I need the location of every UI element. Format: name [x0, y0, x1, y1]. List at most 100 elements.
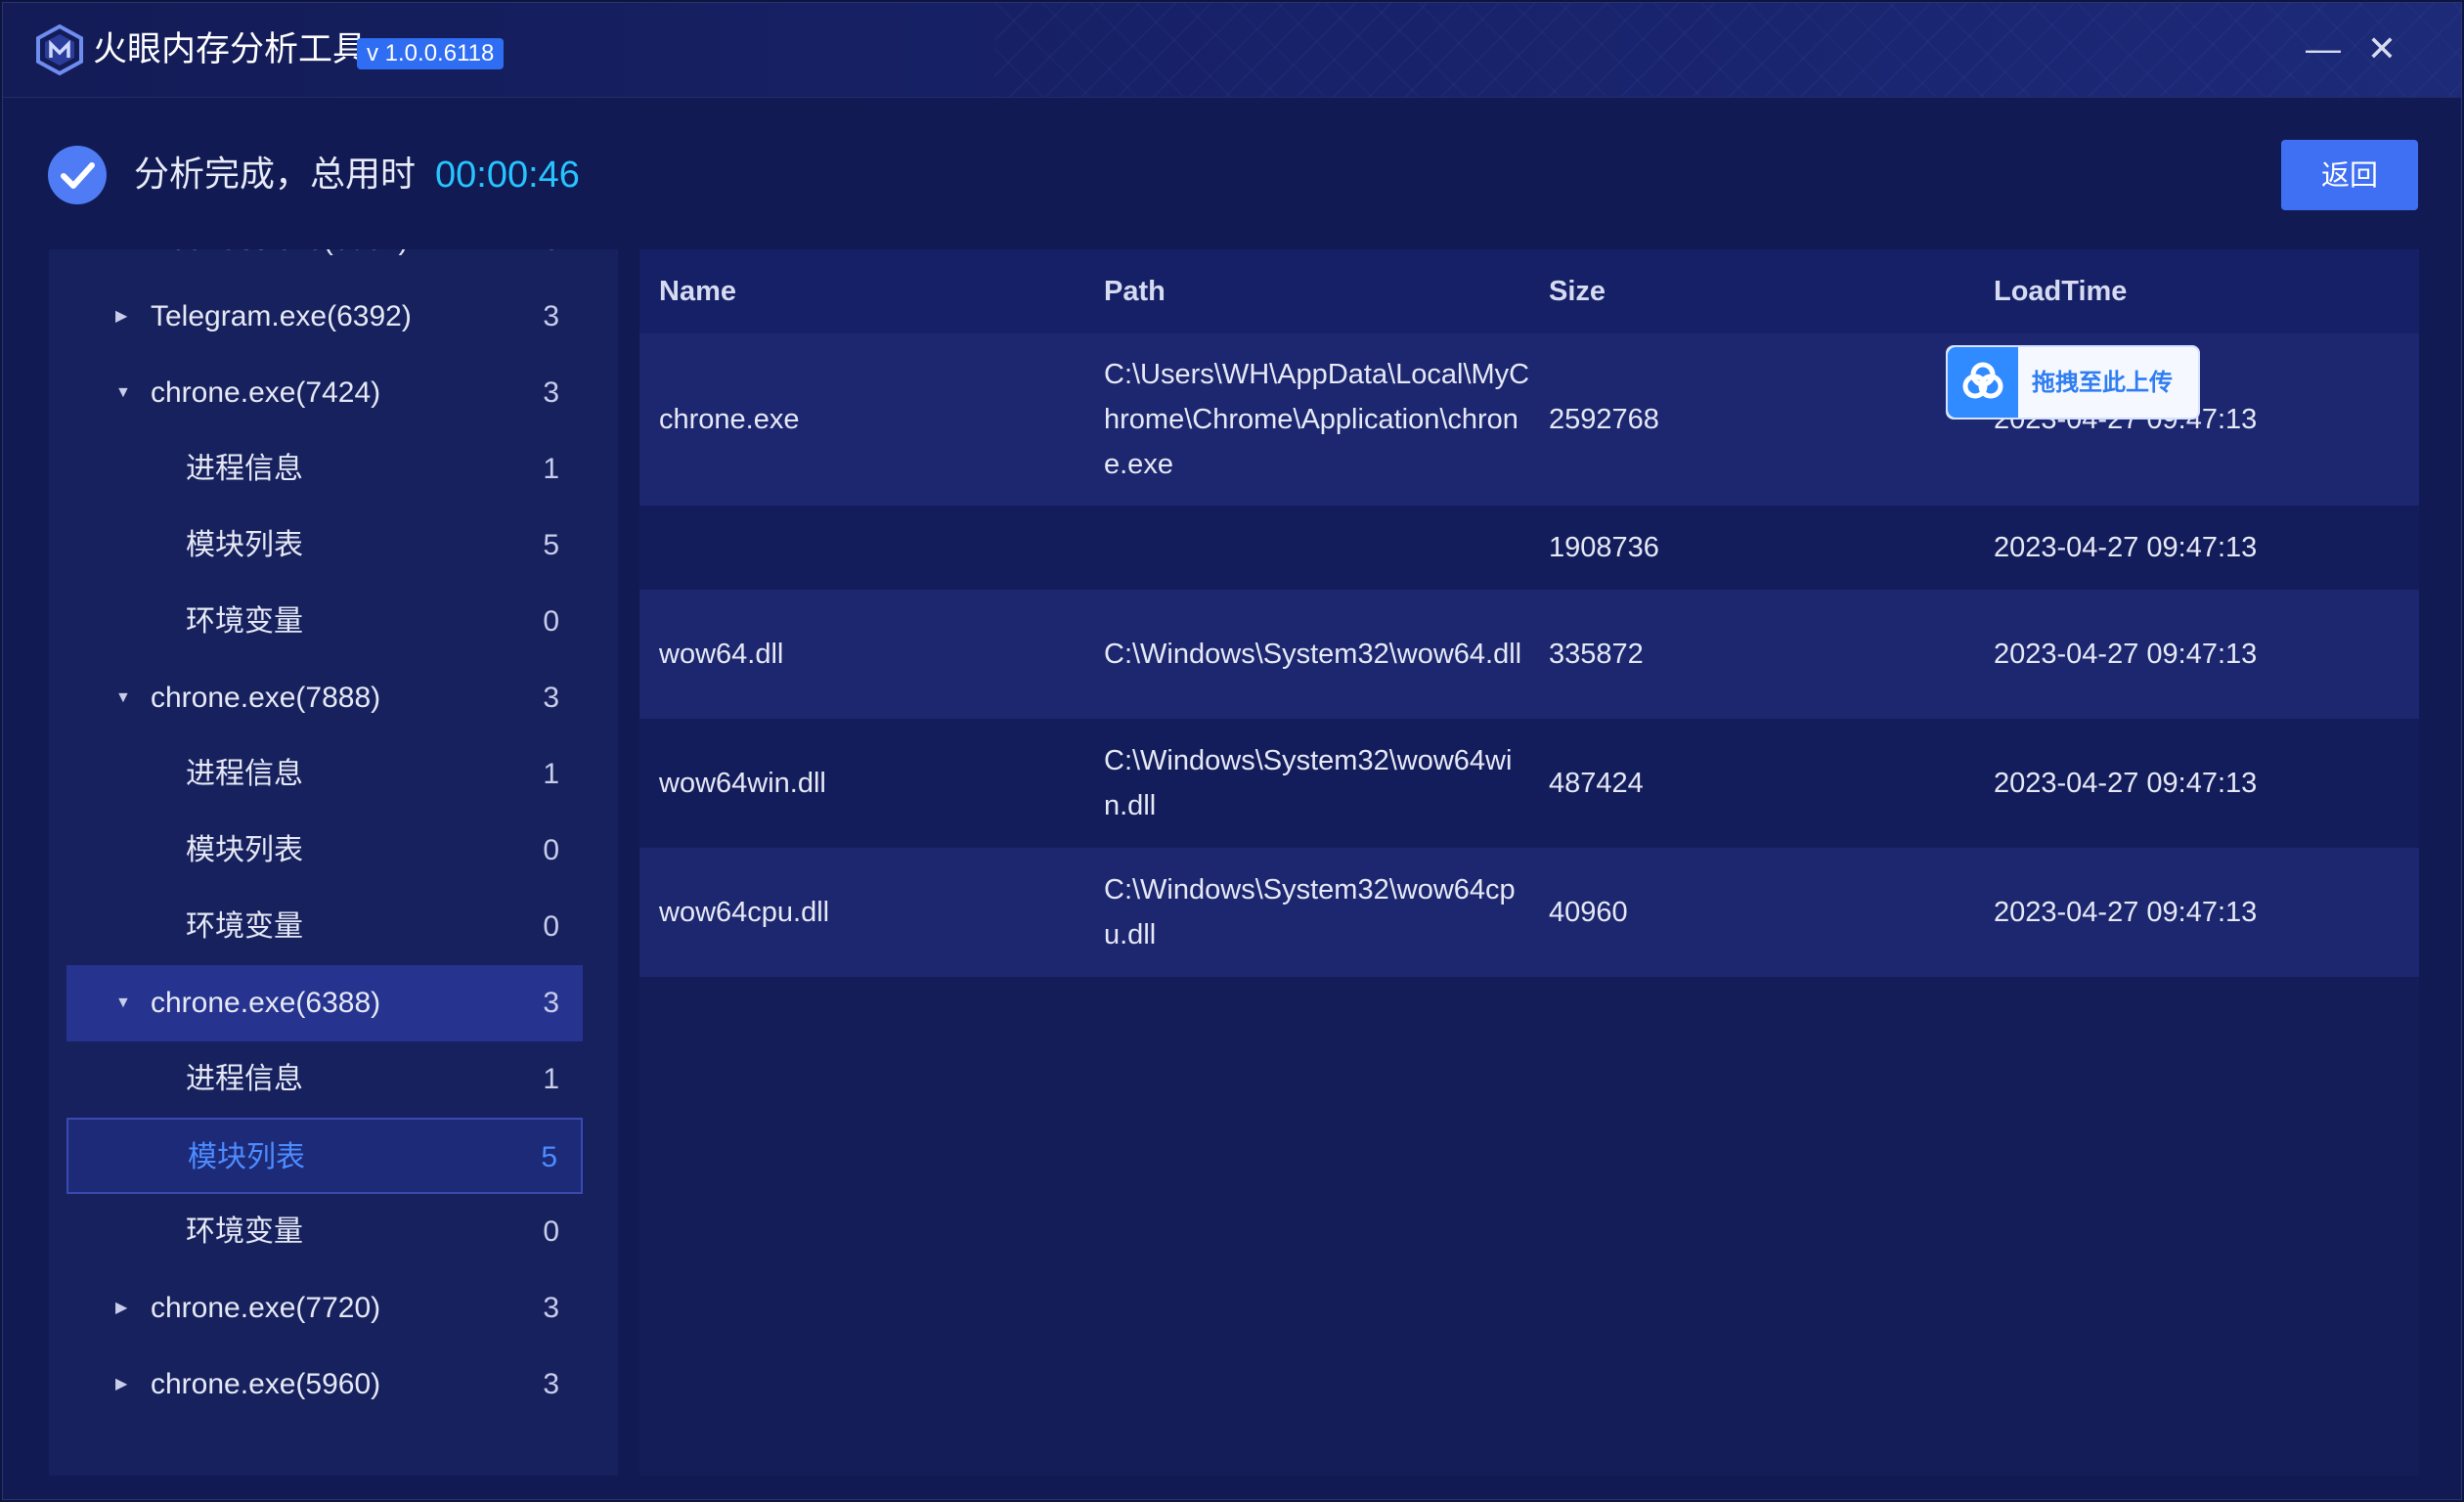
- tree-item-label: 环境变量: [186, 909, 303, 944]
- tree-item-label: KeePass.exe(6984): [151, 249, 409, 279]
- module-table: Name Path Size LoadTime chrone.exe C:\Use…: [639, 249, 2419, 1476]
- tree-item-label: 环境变量: [186, 1215, 303, 1249]
- check-circle-icon: [48, 146, 107, 204]
- app-window: 火眼内存分析工具 v 1.0.0.6118 — ✕ 分析完成，总用时 00:00…: [2, 2, 2462, 1500]
- caret-right-icon[interactable]: ▶: [115, 249, 135, 279]
- table-row[interactable]: wow64cpu.dll C:\Windows\System32\wow64cpu…: [639, 848, 2419, 977]
- cell-time: 2023-04-27 09:47:13: [1994, 639, 2258, 670]
- tree-item-label: Telegram.exe(6392): [151, 300, 412, 332]
- tree-item-count: 1: [543, 758, 559, 790]
- tree-child-item[interactable]: 进程信息 1: [66, 431, 583, 508]
- cell-size: 1908736: [1549, 532, 1659, 563]
- tree-item-label: 进程信息: [186, 1062, 303, 1096]
- tree-process-item[interactable]: ▼ chrone.exe(7424) 3: [66, 355, 583, 431]
- cell-path: C:\Windows\System32\wow64win.dll: [1104, 745, 1513, 821]
- cell-size: 2592768: [1549, 404, 1659, 435]
- tree-item-label: 模块列表: [186, 833, 303, 867]
- tree-child-item[interactable]: 环境变量 0: [66, 1194, 583, 1270]
- tree-child-item[interactable]: 模块列表 5: [66, 508, 583, 584]
- status-message: 分析完成，总用时: [134, 155, 417, 195]
- cell-time: 2023-04-27 09:47:13: [1994, 768, 2258, 799]
- tree-process-item[interactable]: ▼ chrone.exe(6388) 3: [66, 965, 583, 1041]
- tree-child-item[interactable]: 模块列表 0: [66, 813, 583, 889]
- tree-item-count: 3: [543, 987, 559, 1019]
- cell-name: wow64win.dll: [659, 768, 826, 799]
- tree-child-item[interactable]: 进程信息 1: [66, 1041, 583, 1118]
- tree-child-item[interactable]: 模块列表 5: [66, 1118, 583, 1194]
- cell-time: 2023-04-27 09:47:13: [1994, 897, 2258, 928]
- tree-item-label: chrone.exe(7424): [151, 376, 381, 409]
- tree-item-count: 5: [543, 529, 559, 561]
- table-row[interactable]: wow64win.dll C:\Windows\System32\wow64win…: [639, 719, 2419, 848]
- cell-name: wow64cpu.dll: [659, 897, 830, 928]
- tree-item-count: 1: [543, 1063, 559, 1095]
- tree-item-count: 3: [543, 376, 559, 409]
- cell-name: chrone.exe: [659, 404, 800, 435]
- cell-path: C:\Windows\System32\wow64cpu.dll: [1104, 874, 1516, 950]
- tree-item-count: 0: [543, 605, 559, 638]
- process-tree: ▶KeePass.exe(6984)3▶Telegram.exe(6392)3▼…: [49, 249, 618, 1476]
- tree-item-label: chrone.exe(7888): [151, 682, 381, 714]
- caret-right-icon[interactable]: ▶: [115, 1347, 135, 1423]
- cell-name: wow64.dll: [659, 639, 784, 670]
- tree-child-item[interactable]: 环境变量 0: [66, 584, 583, 660]
- upload-drop-badge[interactable]: 拖拽至此上传: [1946, 345, 2200, 420]
- caret-right-icon[interactable]: ▶: [115, 1270, 135, 1347]
- header-size[interactable]: Size: [1549, 249, 1606, 333]
- tree-item-label: chrone.exe(6388): [151, 987, 381, 1019]
- upload-label: 拖拽至此上传: [2032, 369, 2173, 396]
- tree-process-item[interactable]: ▶ chrone.exe(5960) 3: [66, 1347, 583, 1423]
- header-name[interactable]: Name: [659, 249, 736, 333]
- tree-child-item[interactable]: 进程信息 1: [66, 736, 583, 813]
- tree-item-label: 环境变量: [186, 604, 303, 639]
- tree-item-label: 模块列表: [188, 1140, 305, 1174]
- header-loadtime[interactable]: LoadTime: [1994, 249, 2127, 333]
- tree-list: ▶KeePass.exe(6984)3▶Telegram.exe(6392)3▼…: [49, 249, 618, 1476]
- caret-down-icon[interactable]: ▼: [115, 965, 135, 1041]
- minimize-button[interactable]: —: [2299, 24, 2348, 73]
- tree-item-label: 进程信息: [186, 452, 303, 486]
- tree-process-item[interactable]: ▶ KeePass.exe(6984) 3: [66, 249, 583, 279]
- header-path[interactable]: Path: [1104, 249, 1166, 333]
- title-bar-pattern: [994, 3, 2461, 97]
- app-logo-icon: [36, 23, 83, 76]
- cell-path: [1104, 506, 1534, 590]
- cell-time: 2023-04-27 09:47:13: [1994, 532, 2258, 563]
- caret-down-icon[interactable]: ▼: [115, 355, 135, 431]
- tree-item-label: chrone.exe(5960): [151, 1368, 381, 1400]
- tree-item-count: 1: [543, 453, 559, 485]
- tree-item-count: 0: [543, 834, 559, 866]
- tree-item-count: 3: [543, 682, 559, 714]
- tree-item-count: 3: [543, 1368, 559, 1400]
- tree-item-label: chrone.exe(7720): [151, 1292, 381, 1324]
- tree-item-count: 3: [543, 1292, 559, 1324]
- tree-item-label: 进程信息: [186, 757, 303, 791]
- close-button[interactable]: ✕: [2357, 24, 2406, 73]
- tree-item-count: 5: [541, 1141, 557, 1173]
- cell-size: 335872: [1549, 639, 1644, 670]
- cell-path: C:\Users\WH\AppData\Local\MyChrome\Chrom…: [1104, 359, 1530, 480]
- cell-size: 40960: [1549, 897, 1628, 928]
- elapsed-time: 00:00:46: [435, 155, 580, 196]
- table-row[interactable]: wow64.dll C:\Windows\System32\wow64.dll 33…: [639, 590, 2419, 719]
- tree-process-item[interactable]: ▶ chrone.exe(7720) 3: [66, 1270, 583, 1347]
- app-title: 火眼内存分析工具: [93, 30, 368, 69]
- tree-item-count: 0: [543, 910, 559, 943]
- table-row[interactable]: 1908736 2023-04-27 09:47:13: [639, 506, 2419, 590]
- title-bar: 火眼内存分析工具 v 1.0.0.6118 — ✕: [3, 3, 2461, 98]
- tree-item-count: 0: [543, 1215, 559, 1248]
- cell-size: 487424: [1549, 768, 1644, 799]
- table-header: Name Path Size LoadTime: [639, 249, 2419, 333]
- caret-right-icon[interactable]: ▶: [115, 279, 135, 355]
- cell-path: C:\Windows\System32\wow64.dll: [1104, 639, 1522, 670]
- tree-process-item[interactable]: ▶ Telegram.exe(6392) 3: [66, 279, 583, 355]
- tree-child-item[interactable]: 环境变量 0: [66, 889, 583, 965]
- cloud-upload-icon: [1948, 347, 2018, 418]
- tree-process-item[interactable]: ▼ chrone.exe(7888) 3: [66, 660, 583, 736]
- tree-item-count: 3: [543, 300, 559, 332]
- tree-item-count: 3: [543, 249, 559, 279]
- tree-item-label: 模块列表: [186, 528, 303, 562]
- caret-down-icon[interactable]: ▼: [115, 660, 135, 736]
- back-button[interactable]: 返回: [2281, 140, 2418, 210]
- version-badge: v 1.0.0.6118: [357, 38, 505, 69]
